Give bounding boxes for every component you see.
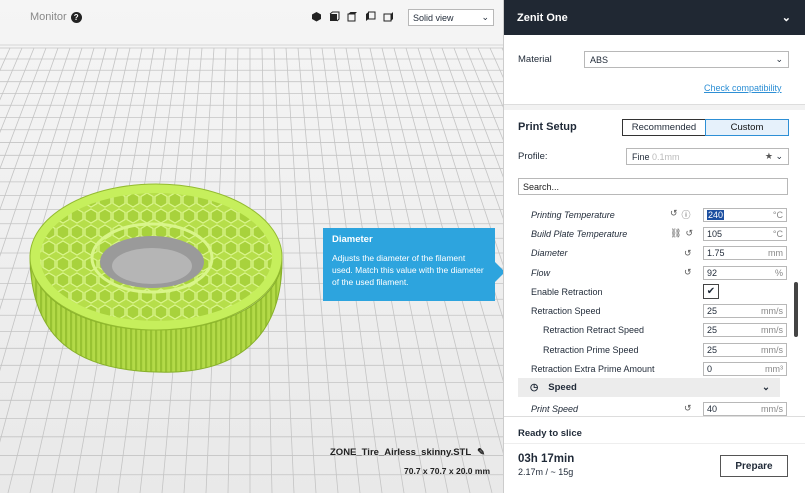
setting-unit: °C bbox=[772, 228, 783, 239]
clock-icon: ◷ bbox=[530, 382, 539, 393]
info-icon[interactable]: ⓘ bbox=[682, 208, 691, 221]
setting-name: Diameter bbox=[531, 248, 568, 259]
setup-mode-toggle: Recommended Custom bbox=[622, 119, 789, 136]
search-value: Search... bbox=[523, 182, 560, 192]
recommended-tab[interactable]: Recommended bbox=[622, 119, 706, 136]
printer-header[interactable]: Zenit One ⌄ bbox=[504, 0, 805, 35]
setting-value-field[interactable]: 25 mm/s bbox=[703, 342, 787, 357]
profile-row: Profile: Fine 0.1mm ★ ⌄ bbox=[518, 148, 793, 165]
setting-value-field[interactable]: 25 mm/s bbox=[703, 304, 787, 319]
material-value: ABS bbox=[590, 54, 609, 65]
setting-value: 25 bbox=[707, 306, 718, 317]
setting-name: Build Plate Temperature bbox=[531, 228, 628, 239]
settings-panel: Zenit One ⌄ Material ABS ⌄ Check compati… bbox=[503, 0, 805, 493]
setting-name: Printing Temperature bbox=[531, 209, 615, 220]
ready-to-slice-label: Ready to slice bbox=[518, 428, 582, 439]
setting-name: Print Speed bbox=[531, 403, 579, 414]
tooltip-title: Diameter bbox=[332, 234, 373, 245]
model-filename: ZONE_Tire_Airless_skinny.STL bbox=[330, 447, 472, 458]
link-icon[interactable]: ⛓ bbox=[670, 228, 681, 239]
profile-layer-height: 0.1mm bbox=[652, 151, 680, 162]
setting-value: 40 bbox=[707, 403, 718, 414]
material-select[interactable]: ABS ⌄ bbox=[584, 51, 789, 68]
setting-value-field[interactable]: 40 mm/s bbox=[703, 401, 787, 416]
setting-name: Retraction Speed bbox=[531, 306, 601, 317]
setting-row: Diameter ↺ 1.75 mm bbox=[518, 244, 803, 263]
reset-icon[interactable]: ↺ bbox=[684, 248, 692, 259]
profile-value: Fine bbox=[632, 151, 650, 162]
profile-select[interactable]: Fine 0.1mm ★ ⌄ bbox=[626, 148, 789, 165]
setting-value: 240 bbox=[707, 209, 725, 220]
setting-row: Retraction Extra Prime Amount 0 mm³ bbox=[518, 359, 803, 378]
chevron-down-icon: ⌄ bbox=[781, 12, 791, 24]
setting-value: 25 bbox=[707, 344, 718, 355]
setting-value-field[interactable]: 25 mm/s bbox=[703, 323, 787, 338]
pencil-icon[interactable]: ✎ bbox=[477, 447, 485, 458]
material-usage: 2.17m / ~ 15g bbox=[518, 467, 574, 477]
star-icon[interactable]: ★ bbox=[765, 151, 773, 161]
setting-name: Retraction Extra Prime Amount bbox=[531, 364, 655, 375]
setting-value-field[interactable]: 92% bbox=[703, 265, 787, 280]
diameter-tooltip: Diameter Adjusts the diameter of the fil… bbox=[323, 228, 503, 301]
setting-unit: mm/s bbox=[761, 325, 783, 336]
print-setup-heading: Print Setup bbox=[518, 121, 577, 133]
slice-status-area: Ready to slice 03h 17min 2.17m / ~ 15g P… bbox=[504, 416, 805, 493]
setting-name: Enable Retraction bbox=[531, 286, 603, 297]
tooltip-body: Adjusts the diameter of the filament use… bbox=[332, 253, 484, 287]
setting-unit: °C bbox=[772, 209, 783, 220]
model-dimensions: 70.7 x 70.7 x 20.0 mm bbox=[404, 466, 491, 476]
divider bbox=[504, 104, 805, 110]
setting-value-field[interactable]: 240 °C bbox=[703, 207, 787, 222]
check-compatibility-link[interactable]: Check compatibility bbox=[704, 83, 782, 93]
setting-value: 105 bbox=[707, 228, 723, 239]
setting-name: Retraction Prime Speed bbox=[543, 344, 639, 355]
prepare-button[interactable]: Prepare bbox=[720, 455, 788, 477]
setting-unit: mm³ bbox=[765, 364, 783, 375]
reset-icon[interactable]: ↺ bbox=[684, 267, 692, 278]
print-time: 03h 17min bbox=[518, 453, 575, 465]
setting-row: Retraction Speed 25 mm/s bbox=[518, 301, 803, 320]
custom-tab[interactable]: Custom bbox=[705, 119, 789, 136]
material-label: Material bbox=[518, 54, 552, 65]
setting-value: 0 bbox=[707, 364, 713, 375]
setting-row: Retraction Prime Speed 25 mm/s bbox=[518, 340, 803, 359]
setting-row: Build Plate Temperature ⛓ ↺ 105 °C bbox=[518, 224, 803, 243]
enable-retraction-checkbox[interactable]: ✔ bbox=[703, 284, 719, 300]
setting-unit: % bbox=[774, 267, 783, 278]
setting-unit: mm/s bbox=[761, 306, 783, 317]
speed-section-label: Speed bbox=[548, 382, 577, 393]
reset-icon[interactable]: ↺ bbox=[684, 403, 692, 414]
3d-viewport[interactable]: Monitor ? Solid view ⌄ Diameter Adjusts … bbox=[0, 0, 503, 493]
setting-name: Flow bbox=[531, 267, 551, 278]
setting-row: Flow ↺ 92% bbox=[518, 263, 803, 282]
setting-unit: mm/s bbox=[761, 403, 783, 414]
setting-name: Retraction Retract Speed bbox=[543, 325, 645, 336]
profile-label: Profile: bbox=[518, 151, 548, 162]
setting-value-field[interactable]: 105 °C bbox=[703, 226, 787, 241]
setting-value-field[interactable]: 0 mm³ bbox=[703, 362, 787, 377]
setting-value: 25 bbox=[707, 325, 718, 336]
setting-value-field[interactable]: 1.75 mm bbox=[703, 246, 787, 261]
chevron-down-icon: ⌄ bbox=[775, 54, 783, 64]
reset-icon[interactable]: ↺ bbox=[670, 208, 678, 221]
reset-icon[interactable]: ↺ bbox=[685, 228, 693, 239]
chevron-down-icon: ⌄ bbox=[762, 382, 770, 393]
setting-row: Printing Temperature ↺ ⓘ 240 °C bbox=[518, 205, 803, 224]
settings-list: Printing Temperature ↺ ⓘ 240 °C Build Plate T… bbox=[518, 205, 803, 379]
scrollbar[interactable] bbox=[794, 282, 798, 337]
setting-row: Retraction Retract Speed 25 mm/s bbox=[518, 321, 803, 340]
material-row: Material ABS ⌄ bbox=[518, 51, 793, 68]
printer-name: Zenit One bbox=[517, 11, 568, 24]
setting-unit: mm/s bbox=[761, 344, 783, 355]
speed-section-header[interactable]: ◷ Speed ⌄ bbox=[518, 378, 780, 397]
setting-value: 1.75 bbox=[707, 248, 725, 259]
chevron-down-icon: ⌄ bbox=[775, 151, 783, 161]
setting-unit: mm bbox=[768, 248, 783, 259]
settings-search-input[interactable]: Search... bbox=[518, 178, 788, 195]
setting-value: 92 bbox=[707, 267, 718, 278]
model-name-row: ZONE_Tire_Airless_skinny.STL ✎ bbox=[330, 447, 485, 458]
setting-row: Enable Retraction ✔ bbox=[518, 282, 803, 301]
